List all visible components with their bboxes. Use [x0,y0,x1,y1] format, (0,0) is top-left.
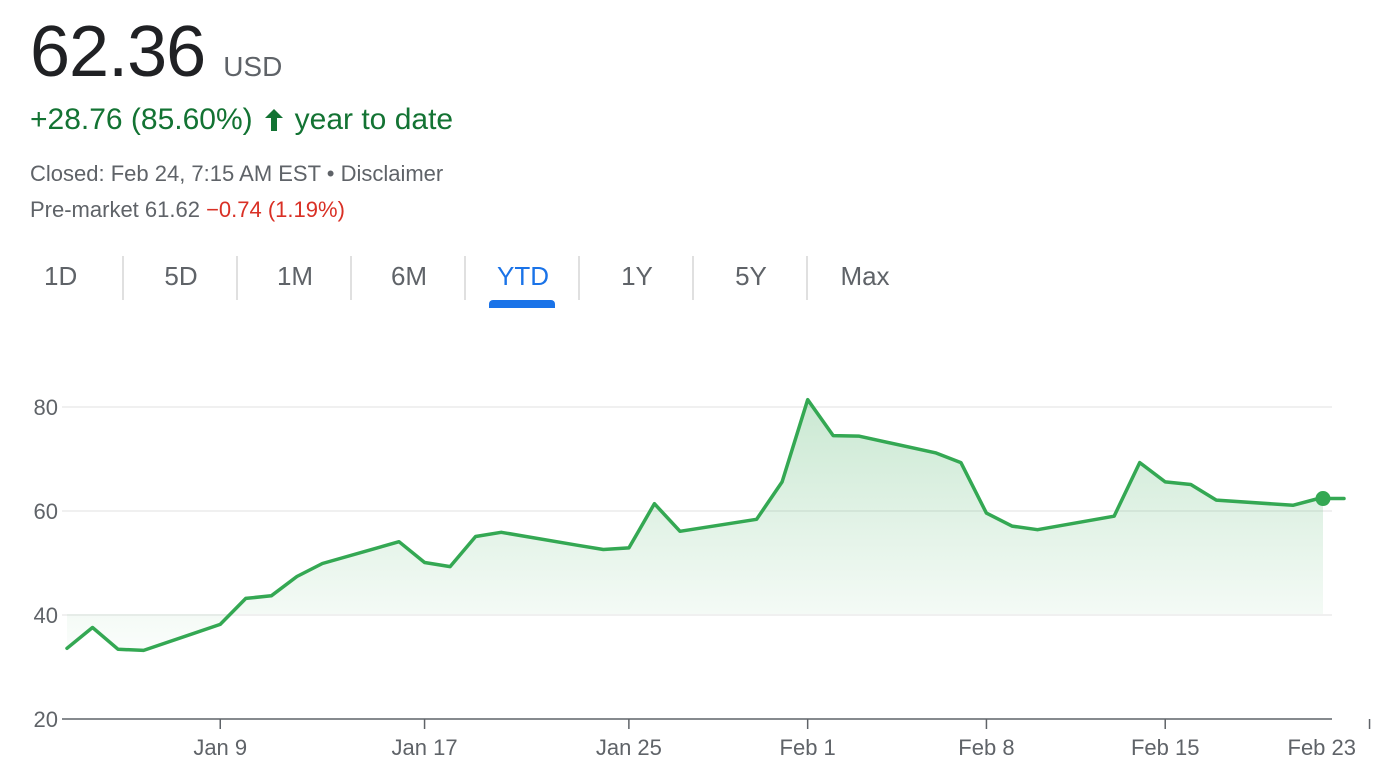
x-tick-label: Feb 23 [1288,735,1357,760]
price-area [67,399,1344,651]
x-tick-label: Jan 17 [392,735,458,760]
y-tick-label: 80 [34,395,58,420]
y-tick-label: 60 [34,499,58,524]
current-price-dot [1315,491,1331,507]
x-tick-label: Feb 8 [958,735,1014,760]
x-tick-label: Jan 25 [596,735,662,760]
y-tick-label: 40 [34,603,58,628]
x-tick-label: Jan 9 [193,735,247,760]
y-tick-label: 20 [34,707,58,732]
x-tick-label: Feb 1 [780,735,836,760]
price-chart[interactable]: 20 40 60 80 Jan 9 Jan 17 Jan 25 Feb 1 Feb 8 Feb 1… [0,0,1390,784]
x-tick-label: Feb 15 [1131,735,1200,760]
